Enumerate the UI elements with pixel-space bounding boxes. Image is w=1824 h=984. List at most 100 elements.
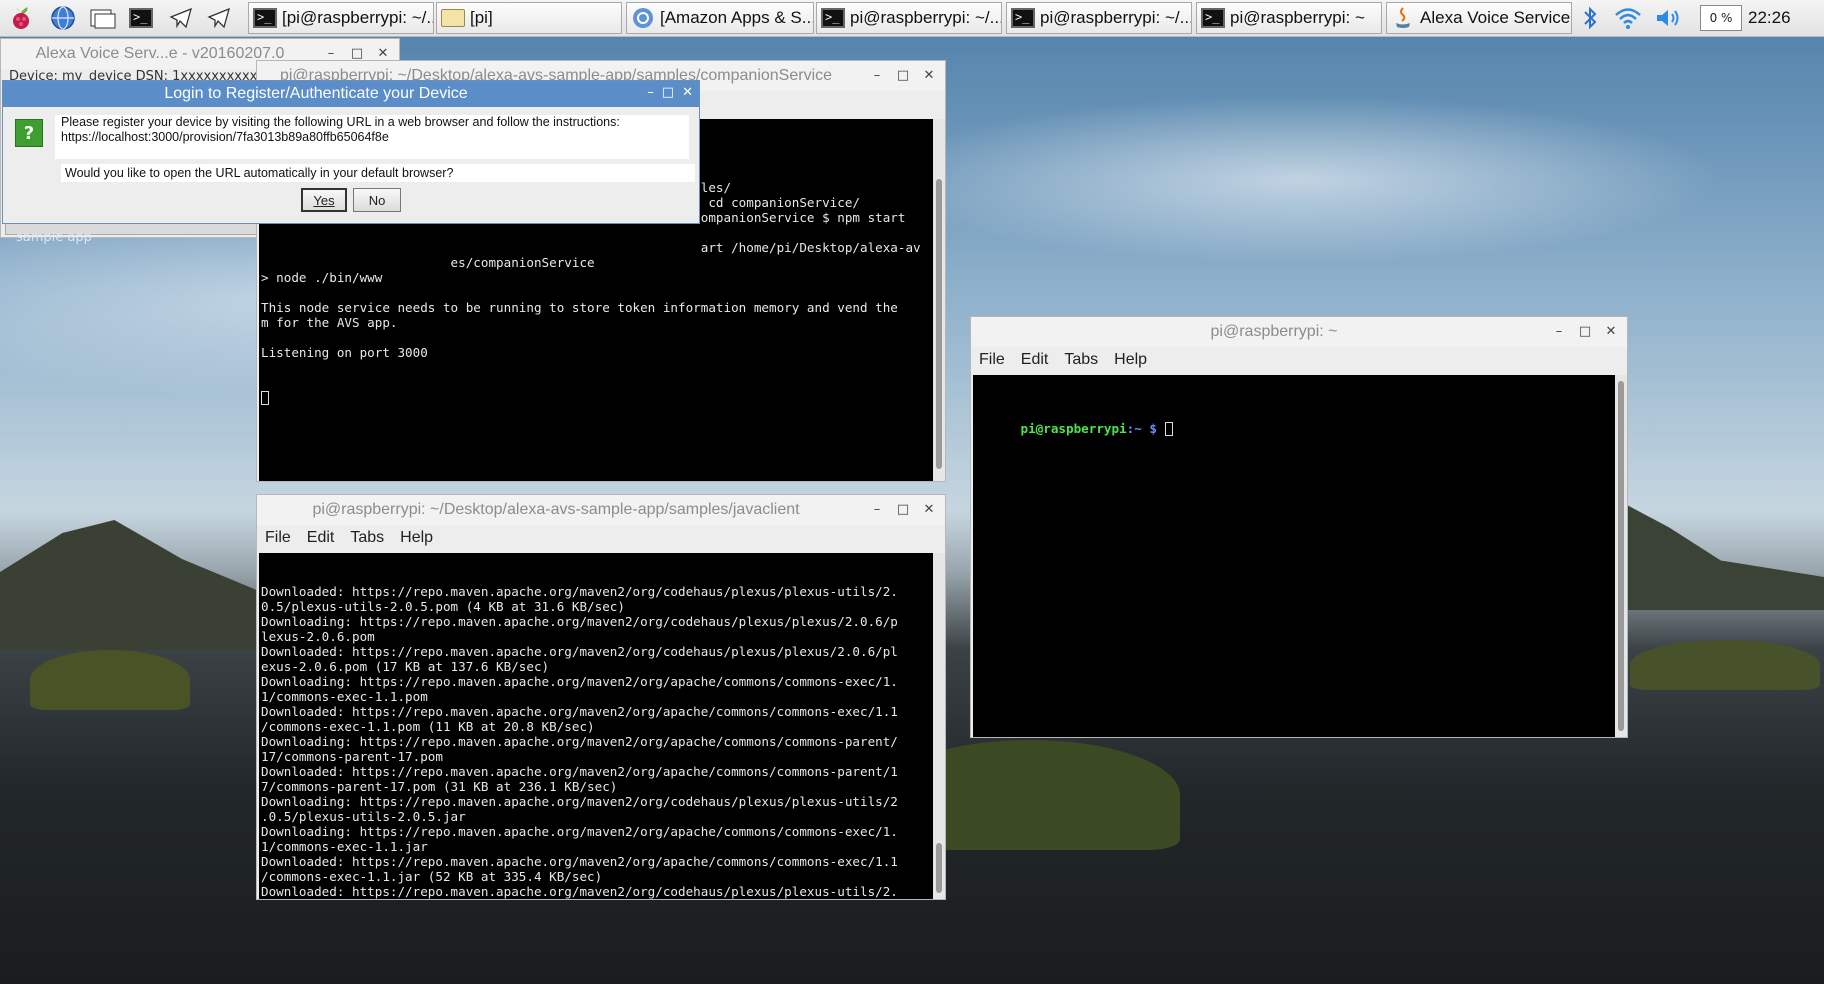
scrollbar[interactable] xyxy=(933,119,945,481)
terminal-output[interactable]: Downloaded: https://repo.maven.apache.or… xyxy=(259,553,945,899)
task-label: pi@raspberrypi: ~/... xyxy=(1040,8,1192,27)
terminal-cursor xyxy=(261,390,943,405)
maximize-button[interactable]: □ xyxy=(893,66,913,84)
terminal-line: es/companionService xyxy=(261,255,595,270)
minimize-button[interactable]: – xyxy=(867,66,887,84)
cpu-monitor[interactable]: 0 % xyxy=(1700,5,1742,31)
terminal-line: Downloaded: https://repo.maven.apache.or… xyxy=(261,884,898,899)
menu-file[interactable]: File xyxy=(265,529,291,547)
terminal-line: Downloaded: https://repo.maven.apache.or… xyxy=(261,584,898,599)
minimize-button[interactable]: – xyxy=(1549,322,1569,340)
terminal-line: /commons-exec-1.1.pom (11 KB at 20.8 KB/… xyxy=(261,719,595,734)
terminal-line: 7/commons-parent-17.pom (31 KB at 236.1 … xyxy=(261,779,618,794)
folder-icon xyxy=(441,9,465,27)
terminal-icon: >_ xyxy=(129,8,153,28)
no-button[interactable]: No xyxy=(353,188,401,212)
task-file-manager[interactable]: [pi] xyxy=(436,2,622,34)
paper-plane-icon xyxy=(207,7,230,29)
minimize-button[interactable]: – xyxy=(867,500,887,518)
scrollbar[interactable] xyxy=(1615,375,1627,737)
scrollbar[interactable] xyxy=(933,553,945,899)
terminal-line: Downloading: https://repo.maven.apache.o… xyxy=(261,674,898,689)
file-manager-launcher[interactable] xyxy=(88,3,118,33)
alexa-partial-label: sample app xyxy=(16,230,92,245)
terminal-line: exus-2.0.6.pom (17 KB at 137.6 KB/sec) xyxy=(261,659,550,674)
terminal-icon: >_ xyxy=(821,8,845,28)
globe-icon xyxy=(51,6,75,30)
yes-button[interactable]: Yes xyxy=(301,188,347,212)
menu-edit[interactable]: Edit xyxy=(307,529,335,547)
terminal-line: 17/commons-parent-17.pom xyxy=(261,749,443,764)
volume-icon[interactable] xyxy=(1654,6,1682,30)
login-register-dialog: Login to Register/Authenticate your Devi… xyxy=(2,80,700,224)
terminal-icon: >_ xyxy=(1201,8,1225,28)
task-terminal-3[interactable]: >_ pi@raspberrypi: ~/... xyxy=(1006,2,1192,34)
background-grass xyxy=(30,650,190,710)
cpu-usage: 0 % xyxy=(1709,11,1733,25)
minimize-button[interactable]: – xyxy=(647,85,654,100)
terminal-line: Downloaded: https://repo.maven.apache.or… xyxy=(261,764,898,779)
task-alexa-java[interactable]: Alexa Voice Service... xyxy=(1386,2,1572,34)
close-button[interactable]: ✕ xyxy=(919,500,939,518)
menu-tabs[interactable]: Tabs xyxy=(350,529,384,547)
terminal-line: lexus-2.0.6.pom xyxy=(261,629,375,644)
terminal-line: This node service needs to be running to… xyxy=(261,300,898,315)
telegram-launcher-2[interactable] xyxy=(204,3,234,33)
task-chromium[interactable]: [Amazon Apps & S... xyxy=(626,2,814,34)
terminal-line: Downloading: https://repo.maven.apache.o… xyxy=(261,614,898,629)
folders-icon xyxy=(90,9,116,29)
provision-url: https://localhost:3000/provision/7fa3013… xyxy=(61,130,389,144)
menu-tabs[interactable]: Tabs xyxy=(1064,351,1098,369)
terminal-line: Downloading: https://repo.maven.apache.o… xyxy=(261,794,898,809)
terminal-line: m for the AVS app. xyxy=(261,315,398,330)
terminal-line: Downloading: https://repo.maven.apache.o… xyxy=(261,824,898,839)
terminal-output[interactable]: pi@raspberrypi:~ $ xyxy=(973,375,1627,737)
task-terminal-4[interactable]: >_ pi@raspberrypi: ~ xyxy=(1196,2,1382,34)
web-browser-launcher[interactable] xyxy=(48,3,78,33)
menu-bar: File Edit Tabs Help xyxy=(971,347,1147,373)
telegram-launcher[interactable] xyxy=(166,3,196,33)
task-label: [pi] xyxy=(470,8,493,27)
maximize-button[interactable]: □ xyxy=(662,85,674,100)
close-button[interactable]: ✕ xyxy=(682,85,693,100)
window-titlebar[interactable]: pi@raspberrypi: ~/Desktop/alexa-avs-samp… xyxy=(257,495,945,525)
bluetooth-icon[interactable] xyxy=(1580,5,1600,31)
task-label: pi@raspberrypi: ~ xyxy=(1230,8,1365,27)
window-titlebar[interactable]: pi@raspberrypi: ~ – □ ✕ xyxy=(971,317,1627,347)
task-label: [Amazon Apps & S... xyxy=(660,8,814,27)
taskbar: >_ >_ [pi@raspberrypi: ~/... [pi] [Amazo… xyxy=(0,0,1824,37)
maximize-button[interactable]: □ xyxy=(893,500,913,518)
task-terminal-1[interactable]: >_ [pi@raspberrypi: ~/... xyxy=(248,2,434,34)
question-icon: ? xyxy=(15,119,43,147)
wifi-icon[interactable] xyxy=(1614,6,1642,30)
close-button[interactable]: ✕ xyxy=(919,66,939,84)
chromium-icon xyxy=(633,8,653,28)
terminal-lines: Downloaded: https://repo.maven.apache.or… xyxy=(261,584,943,899)
menu-edit[interactable]: Edit xyxy=(1021,351,1049,369)
terminal-line: 0.5/plexus-utils-2.0.5.pom (4 KB at 31.6… xyxy=(261,599,625,614)
java-icon xyxy=(1396,7,1410,28)
terminal-launcher[interactable]: >_ xyxy=(126,3,156,33)
menu-help[interactable]: Help xyxy=(1114,351,1147,369)
terminal-line: art /home/pi/Desktop/alexa-av xyxy=(261,240,921,255)
raspberry-menu-button[interactable] xyxy=(6,3,36,33)
maximize-button[interactable]: □ xyxy=(1575,322,1595,340)
raspberry-icon xyxy=(13,7,29,29)
terminal-line: .0.5/plexus-utils-2.0.5.jar xyxy=(261,809,466,824)
task-label: pi@raspberrypi: ~/... xyxy=(850,8,1002,27)
task-terminal-2[interactable]: >_ pi@raspberrypi: ~/... xyxy=(816,2,1002,34)
dialog-line-1: Please register your device by visiting … xyxy=(61,115,620,129)
clock[interactable]: 22:26 xyxy=(1748,8,1791,28)
terminal-line: Listening on port 3000 xyxy=(261,345,428,360)
dialog-titlebar[interactable]: Login to Register/Authenticate your Devi… xyxy=(3,81,699,107)
prompt-user: pi@raspberrypi xyxy=(1020,421,1127,436)
task-label: [pi@raspberrypi: ~/... xyxy=(282,8,434,27)
menu-help[interactable]: Help xyxy=(400,529,433,547)
menu-file[interactable]: File xyxy=(979,351,1005,369)
terminal-line: /commons-exec-1.1.jar (52 KB at 335.4 KB… xyxy=(261,869,603,884)
prompt-path: :~ $ xyxy=(1126,421,1157,436)
close-button[interactable]: ✕ xyxy=(1601,322,1621,340)
shell-prompt: pi@raspberrypi:~ $ xyxy=(975,406,1625,451)
